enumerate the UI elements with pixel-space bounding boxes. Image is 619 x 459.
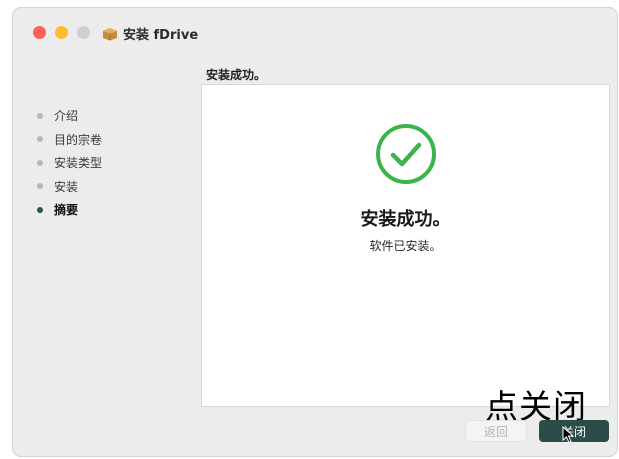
success-headline: 安装成功。 bbox=[360, 209, 451, 230]
step-item-install-type: 安装类型 bbox=[37, 151, 102, 175]
title-bar: 安装 fDrive bbox=[13, 8, 617, 52]
step-item-summary: 摘要 bbox=[37, 198, 102, 222]
step-item-destination: 目的宗卷 bbox=[37, 128, 102, 152]
step-dot-icon bbox=[37, 136, 43, 143]
success-message: 软件已安装。 bbox=[369, 239, 442, 253]
back-button[interactable]: 返回 bbox=[465, 420, 527, 442]
content-panel: 安装成功。 软件已安装。 bbox=[201, 84, 610, 407]
step-dot-icon bbox=[37, 112, 43, 119]
minimize-window-button[interactable] bbox=[55, 26, 68, 39]
step-item-intro: 介绍 bbox=[37, 104, 102, 128]
window-title-group: 安装 fDrive bbox=[102, 24, 198, 43]
zoom-window-button[interactable] bbox=[77, 26, 90, 39]
step-dot-icon bbox=[37, 159, 43, 166]
installer-steps: 介绍 目的宗卷 安装类型 安装 摘要 bbox=[37, 104, 102, 222]
step-label: 目的宗卷 bbox=[54, 132, 103, 147]
mouse-pointer-icon bbox=[562, 426, 574, 444]
step-label: 介绍 bbox=[54, 109, 79, 124]
step-label: 摘要 bbox=[54, 203, 79, 218]
step-label: 安装 bbox=[54, 179, 79, 194]
step-item-install: 安装 bbox=[37, 175, 102, 199]
installer-window: 安装 fDrive 安装成功。 介绍 目的宗卷 安装类型 安装 摘要 安装成功。… bbox=[13, 8, 617, 456]
window-title: 安装 fDrive bbox=[123, 28, 199, 43]
step-title: 安装成功。 bbox=[206, 68, 267, 82]
close-button[interactable]: 关闭 bbox=[539, 420, 609, 442]
checkmark-circle-icon bbox=[376, 124, 436, 184]
package-box-icon bbox=[103, 27, 117, 40]
step-dot-icon bbox=[37, 183, 43, 190]
step-label: 安装类型 bbox=[54, 156, 103, 171]
close-window-button[interactable] bbox=[33, 26, 46, 39]
step-dot-icon bbox=[37, 206, 43, 213]
